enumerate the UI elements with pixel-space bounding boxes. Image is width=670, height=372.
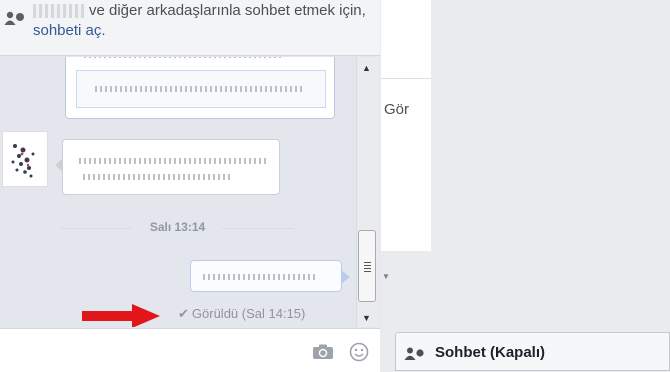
scroll-thumb[interactable]	[358, 230, 376, 302]
link-preview[interactable]	[76, 70, 326, 108]
chat-sidebar-bar[interactable]: Sohbet (Kapalı)	[395, 332, 670, 371]
sent-message-bubble	[190, 260, 350, 292]
chat-window: ve diğer arkadaşlarınla sohbet etmek içi…	[0, 0, 380, 372]
chevron-down-icon[interactable]: ▼	[382, 272, 390, 281]
friends-icon	[4, 10, 28, 32]
chat-status-label: Sohbet (Kapalı)	[435, 344, 546, 361]
red-arrow-annotation	[82, 304, 160, 327]
message-list: Salı 13:14 ✔ Görüldü (Sal 14:15)	[0, 57, 355, 327]
message-composer[interactable]	[0, 328, 380, 372]
chat-notice-message: ve diğer arkadaşlarınla sohbet etmek içi…	[89, 2, 366, 19]
scroll-up-arrow-icon[interactable]: ▲	[362, 63, 371, 73]
message-timestamp: Salı 13:14	[0, 220, 355, 234]
chat-off-notice: ve diğer arkadaşlarınla sohbet etmek içi…	[0, 0, 380, 56]
side-card-top	[381, 0, 431, 78]
friends-icon	[404, 346, 428, 365]
blurred-name	[33, 4, 85, 19]
camera-icon[interactable]	[312, 344, 334, 365]
scrollbar[interactable]: ▲ ▼	[356, 57, 379, 327]
checkmark-icon: ✔	[178, 306, 189, 321]
see-link[interactable]: Gör	[384, 101, 409, 118]
seen-status: ✔ Görüldü (Sal 14:15)	[178, 306, 306, 321]
message-bubble	[65, 57, 335, 119]
scroll-down-arrow-icon[interactable]: ▼	[362, 313, 371, 323]
open-chat-link[interactable]: sohbeti aç.	[33, 22, 106, 39]
side-card: Gör	[381, 78, 431, 251]
smiley-icon[interactable]	[349, 342, 369, 367]
avatar[interactable]	[2, 131, 48, 187]
message-bubble	[55, 139, 280, 195]
chat-notice-text: ve diğer arkadaşlarınla sohbet etmek içi…	[33, 1, 373, 41]
